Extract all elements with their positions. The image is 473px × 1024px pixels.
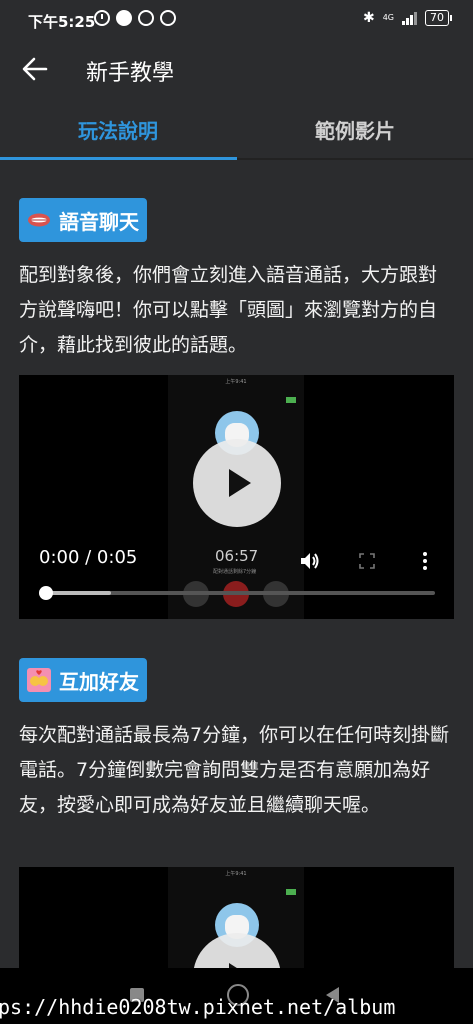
battery-icon: 70 [425, 10, 452, 26]
section-title: 互加好友 [59, 669, 139, 694]
alarm-icon [94, 10, 110, 26]
status-time: 下午5:25 [28, 13, 96, 31]
chrome-icon [138, 10, 154, 26]
chrome-icon [160, 10, 176, 26]
video-player[interactable]: 上午9:41 0:00 / 0:05 06:57 配對通話剩餘7分鐘 [19, 375, 454, 619]
tab-gameplay-guide[interactable]: 玩法說明 [0, 100, 236, 158]
page-title: 新手教學 [86, 61, 175, 86]
volume-icon[interactable] [299, 551, 321, 571]
video-player[interactable]: 上午9:41 [19, 867, 454, 968]
section-badge-voice-chat: 語音聊天 [19, 198, 147, 242]
more-options-icon[interactable] [419, 551, 431, 571]
notification-icons [94, 10, 176, 26]
call-timer: 06:57 [215, 547, 259, 565]
section-badge-add-friend: 互加好友 [19, 658, 147, 702]
section-description: 每次配對通話最長為7分鐘，你可以在任何時刻掛斷電話。7分鐘倒數完會詢問雙方是否有… [19, 724, 450, 816]
mouth-emoji-icon [28, 213, 50, 227]
phone-status-time: 上午9:41 [225, 379, 247, 385]
tab-example-videos[interactable]: 範例影片 [237, 100, 473, 158]
signal-icon [402, 11, 417, 25]
content-scroll-area[interactable]: 語音聊天 配到對象後，你們會立刻進入語音通話，大方跟對方說聲嗨吧！你可以點擊「頭… [0, 160, 473, 968]
video-progress-bar[interactable] [39, 586, 435, 600]
app-bar: 新手教學 [0, 40, 473, 100]
call-caption: 配對通話剩餘7分鐘 [213, 569, 257, 575]
signal-bars-icon [286, 397, 296, 403]
watermark-url: ps://hhdie0208tw.pixnet.net/album [0, 995, 396, 1019]
network-type: 4G [382, 13, 394, 22]
back-arrow-icon[interactable] [20, 54, 50, 84]
bluetooth-icon: ✱ [362, 10, 375, 26]
system-icons: ✱ 4G 70 [362, 10, 452, 26]
play-button[interactable] [193, 439, 281, 527]
phone-status-time: 上午9:41 [225, 871, 247, 877]
tab-bar: 玩法說明 範例影片 [0, 100, 473, 160]
video-buffer [45, 591, 112, 595]
app-notification-icon [116, 10, 132, 26]
section-title: 語音聊天 [59, 209, 139, 234]
video-scrubber[interactable] [39, 586, 53, 600]
video-time: 0:00 / 0:05 [39, 547, 138, 568]
status-bar: 下午5:25 ✱ 4G 70 [0, 0, 473, 40]
signal-bars-icon [286, 889, 296, 895]
fullscreen-icon[interactable] [359, 553, 375, 569]
section-description: 配到對象後，你們會立刻進入語音通話，大方跟對方說聲嗨吧！你可以點擊「頭圖」來瀏覽… [19, 264, 438, 356]
kiss-emoji-icon [27, 668, 51, 692]
